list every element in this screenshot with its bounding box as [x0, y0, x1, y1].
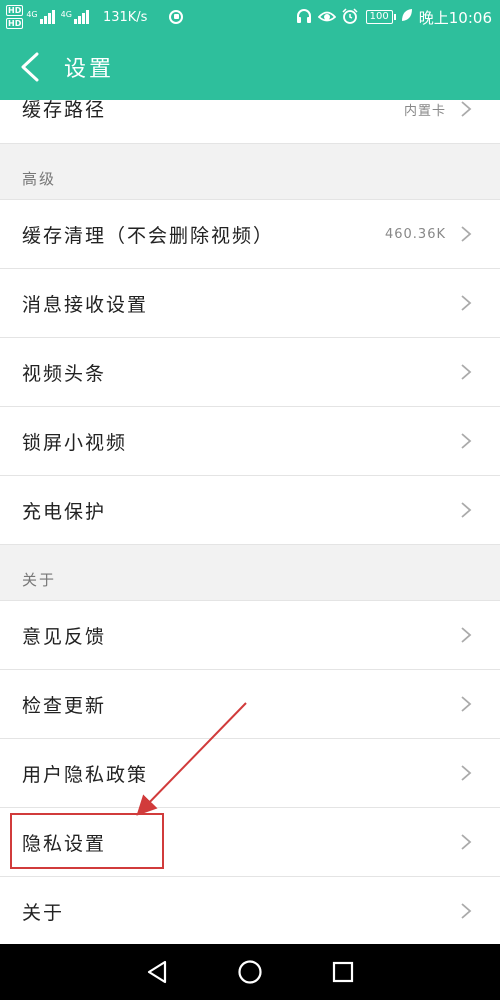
nav-back-button[interactable]: [137, 952, 177, 992]
chevron-right-icon: [461, 627, 472, 643]
status-right: 100 晚上10:06: [290, 4, 492, 30]
setting-charging-protect[interactable]: 充电保护: [0, 476, 500, 545]
back-button[interactable]: [0, 34, 60, 100]
chevron-right-icon: [461, 364, 472, 380]
status-time: 晚上10:06: [418, 8, 492, 27]
setting-value: 460.36K: [384, 226, 446, 242]
page-title: 设置: [64, 57, 115, 82]
status-left: HD HD 4G 4G 131K/s: [6, 4, 184, 30]
chevron-right-icon: [461, 765, 472, 781]
section-header-advanced: 高级: [0, 144, 500, 200]
setting-value: 内置卡: [403, 104, 446, 119]
setting-label: 缓存清理（不会删除视频）: [22, 224, 275, 247]
section-header-about: 关于: [0, 545, 500, 601]
headset-icon: [296, 8, 312, 27]
alarm-icon: [342, 7, 358, 27]
chevron-right-icon: [461, 295, 472, 311]
network-speed: 131K/s: [102, 9, 148, 25]
setting-label: 缓存路径: [22, 99, 107, 121]
setting-cache-clear[interactable]: 缓存清理（不会删除视频） 460.36K: [0, 200, 500, 269]
setting-privacy-policy[interactable]: 用户隐私政策: [0, 739, 500, 808]
hd-indicators: HD HD: [6, 4, 24, 30]
chevron-right-icon: [461, 502, 472, 518]
setting-about[interactable]: 关于: [0, 877, 500, 946]
hd-badge-2: HD: [6, 18, 24, 29]
chevron-right-icon: [461, 834, 472, 850]
setting-cache-path[interactable]: 缓存路径 内置卡: [0, 100, 500, 144]
eye-icon: [317, 9, 336, 26]
square-recents-icon: [333, 961, 354, 983]
circle-home-icon: [238, 960, 262, 984]
globe-icon: [169, 10, 184, 24]
system-nav-bar: [0, 944, 500, 1000]
setting-label: 充电保护: [22, 500, 107, 523]
setting-label: 视频头条: [22, 362, 107, 385]
network-type-1: 4G: [26, 10, 38, 19]
battery-icon: 100: [365, 10, 396, 24]
setting-label: 意见反馈: [22, 625, 107, 648]
triangle-back-icon: [147, 960, 166, 984]
setting-label: 消息接收设置: [22, 293, 149, 316]
chevron-right-icon: [461, 101, 472, 117]
chevron-right-icon: [461, 433, 472, 449]
hd-badge-1: HD: [6, 5, 24, 16]
leaf-icon: [401, 8, 413, 26]
setting-label: 锁屏小视频: [22, 431, 128, 454]
setting-video-headlines[interactable]: 视频头条: [0, 338, 500, 407]
chevron-left-icon: [21, 52, 39, 82]
nav-recents-button[interactable]: [323, 952, 363, 992]
setting-message-receive[interactable]: 消息接收设置: [0, 269, 500, 338]
signal-icon-1: 4G: [26, 10, 55, 24]
chevron-right-icon: [461, 226, 472, 242]
annotation-highlight-box: [10, 813, 164, 869]
chevron-right-icon: [461, 903, 472, 919]
app-header: 设置: [0, 34, 500, 100]
setting-label: 用户隐私政策: [22, 763, 149, 786]
network-type-2: 4G: [60, 10, 72, 19]
setting-feedback[interactable]: 意见反馈: [0, 601, 500, 670]
setting-label: 关于: [22, 901, 65, 924]
setting-label: 检查更新: [22, 694, 107, 717]
nav-home-button[interactable]: [230, 952, 270, 992]
setting-check-update[interactable]: 检查更新: [0, 670, 500, 739]
chevron-right-icon: [461, 696, 472, 712]
setting-lockscreen-video[interactable]: 锁屏小视频: [0, 407, 500, 476]
status-bar: HD HD 4G 4G 131K/s 100 晚上10:06: [0, 0, 500, 34]
signal-icon-2: 4G: [61, 10, 89, 24]
